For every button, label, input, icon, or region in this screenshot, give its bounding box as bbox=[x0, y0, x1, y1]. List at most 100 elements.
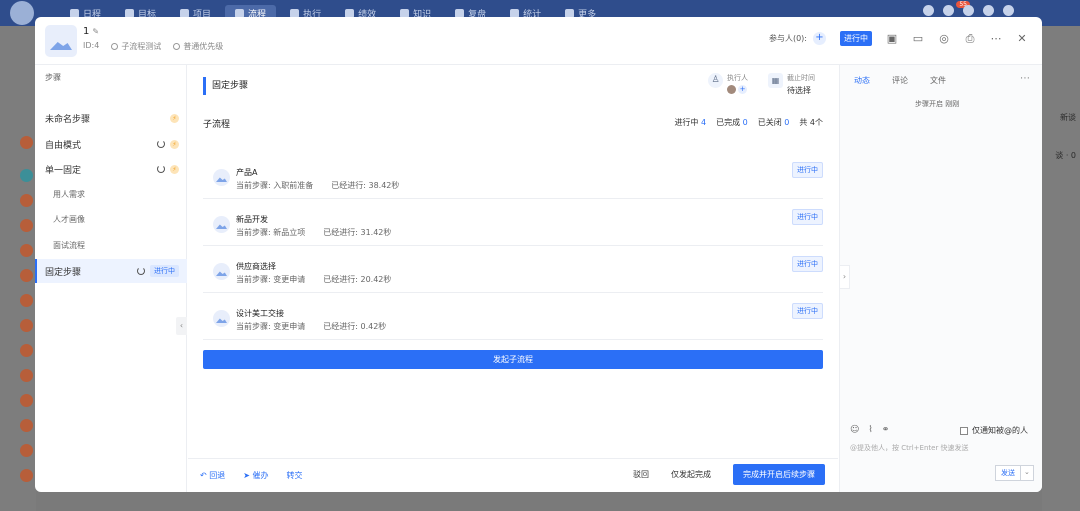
activity-panel: › 动态 评论 文件 ⋯ 步骤开启 刚刚 ☺ ⌇ ⚭ 仅通知被@的人 @提及他人… bbox=[839, 65, 1042, 492]
rollback-icon: ↶ bbox=[200, 471, 207, 480]
question-icon[interactable] bbox=[1003, 5, 1014, 16]
flow-detail-modal: 1 ✎ ID:4 子流程测试 普通优先级 参与人(0): + 进行中 ▣ ▭ ◎ … bbox=[35, 17, 1042, 492]
tab-activity[interactable]: 动态 bbox=[854, 75, 870, 86]
bg-item-icon bbox=[20, 419, 33, 432]
step-subitem[interactable]: 人才画像 bbox=[35, 207, 187, 231]
print-icon[interactable]: ⎙ bbox=[964, 32, 976, 45]
subflow-name: 新品开发 bbox=[236, 215, 268, 224]
stat-running[interactable]: 进行中 4 bbox=[674, 117, 706, 130]
comment-box: ☺ ⌇ ⚭ 仅通知被@的人 @提及他人，按 Ctrl+Enter 快速发送 发送… bbox=[850, 425, 1040, 481]
subflow-row[interactable]: 产品A 当前步骤: 入职前准备 已经进行: 38.42秒 进行中 bbox=[203, 153, 823, 199]
flow-icon bbox=[45, 25, 77, 57]
step-item-active[interactable]: 固定步骤 进行中 bbox=[35, 259, 187, 283]
subflow-step: 当前步骤: 变更申请 bbox=[236, 322, 306, 331]
transfer-button[interactable]: 转交 bbox=[287, 470, 303, 481]
bell-icon[interactable] bbox=[923, 5, 934, 16]
subflow-elapsed: 已经进行: 31.42秒 bbox=[323, 228, 392, 237]
executor: ♙ 执行人 + bbox=[708, 73, 748, 94]
user-circle-icon[interactable]: ◎ bbox=[938, 32, 950, 45]
step-detail: 固定步骤 ♙ 执行人 + ▦ 截止时间 待选择 子流程 进行中 4 已完成 0 … bbox=[188, 65, 838, 492]
subflow-status-tag: 进行中 bbox=[792, 209, 823, 225]
status-badge[interactable]: 进行中 bbox=[840, 31, 872, 46]
bg-right-column: 新谈 谈 · 0 bbox=[1042, 26, 1080, 511]
modal-header: 1 ✎ ID:4 子流程测试 普通优先级 参与人(0): + 进行中 ▣ ▭ ◎ … bbox=[35, 17, 1042, 65]
step-item[interactable]: 单一固定 ⚡ bbox=[35, 157, 187, 181]
step-item[interactable]: 自由模式 ⚡ bbox=[35, 132, 187, 156]
more-icon[interactable]: ⋯ bbox=[990, 32, 1002, 45]
avatar[interactable] bbox=[727, 85, 736, 94]
more-icon[interactable]: ⋯ bbox=[1020, 73, 1030, 84]
chevron-down-icon[interactable]: ⌄ bbox=[1021, 465, 1034, 481]
loop-icon bbox=[157, 165, 165, 173]
step-item[interactable]: 未命名步骤 ⚡ bbox=[35, 106, 187, 130]
urge-button[interactable]: ➤ 催办 bbox=[243, 470, 268, 481]
user-icon: ♙ bbox=[708, 73, 723, 88]
subflow-row[interactable]: 新品开发 当前步骤: 新品立项 已经进行: 31.42秒 进行中 bbox=[203, 200, 823, 246]
flow-icon bbox=[213, 169, 230, 186]
comment-input[interactable]: @提及他人，按 Ctrl+Enter 快速发送 bbox=[850, 443, 1040, 453]
steps-panel: 步骤 未命名步骤 ⚡ 自由模式 ⚡ 单一固定 ⚡ 用人需求 人才画像 面试流程 … bbox=[35, 65, 187, 492]
bg-sidebar bbox=[0, 26, 36, 511]
bg-item-icon bbox=[20, 194, 33, 207]
send-button[interactable]: 发送 bbox=[995, 465, 1021, 481]
loop-icon bbox=[137, 267, 145, 275]
activity-entry: 步骤开启 刚刚 bbox=[915, 100, 960, 108]
help-icon[interactable] bbox=[943, 5, 954, 16]
add-executor-button[interactable]: + bbox=[738, 85, 747, 94]
flow-title: 1 ✎ bbox=[83, 26, 100, 37]
steps-title: 步骤 bbox=[45, 73, 61, 82]
section-title: 固定步骤 bbox=[203, 77, 248, 95]
send-icon: ➤ bbox=[243, 471, 250, 480]
subflow-step: 当前步骤: 变更申请 bbox=[236, 275, 306, 284]
stat-done[interactable]: 已完成 0 bbox=[716, 117, 748, 130]
collapse-panel-button[interactable]: ‹ bbox=[176, 317, 187, 335]
flow-type[interactable]: 子流程测试 bbox=[111, 41, 161, 52]
bg-item-icon bbox=[20, 136, 33, 149]
step-subitem[interactable]: 用人需求 bbox=[35, 182, 187, 206]
download-icon[interactable] bbox=[963, 5, 974, 16]
edit-icon[interactable]: ✎ bbox=[92, 27, 99, 36]
emoji-icon[interactable]: ☺ bbox=[850, 425, 859, 435]
subflow-name: 供应商选择 bbox=[236, 262, 276, 271]
reject-button[interactable]: 驳回 bbox=[633, 469, 649, 480]
subflow-row[interactable]: 设计美工交接 当前步骤: 变更申请 已经进行: 0.42秒 进行中 bbox=[203, 294, 823, 340]
rollback-button[interactable]: ↶ 回退 bbox=[200, 470, 225, 481]
flow-id: ID:4 bbox=[83, 41, 100, 50]
subflow-status-tag: 进行中 bbox=[792, 162, 823, 178]
step-subitem[interactable]: 面试流程 bbox=[35, 233, 187, 257]
flow-icon bbox=[213, 263, 230, 280]
step-status-tag: 进行中 bbox=[150, 265, 179, 277]
deadline[interactable]: ▦ 截止时间 待选择 bbox=[768, 73, 815, 96]
complete-only-button[interactable]: 仅发起完成 bbox=[671, 469, 711, 480]
lightning-icon: ⚡ bbox=[170, 164, 179, 174]
complete-next-button[interactable]: 完成并开启后续步骤 bbox=[733, 464, 825, 485]
notify-only-mentioned[interactable]: 仅通知被@的人 bbox=[960, 425, 1028, 436]
tab-files[interactable]: 文件 bbox=[930, 75, 946, 86]
bg-item-icon bbox=[20, 269, 33, 282]
link-icon[interactable]: ⚭ bbox=[882, 425, 890, 435]
subflow-row[interactable]: 供应商选择 当前步骤: 变更申请 已经进行: 20.42秒 进行中 bbox=[203, 247, 823, 293]
bg-item-icon bbox=[20, 169, 33, 182]
lightning-icon: ⚡ bbox=[170, 113, 179, 123]
close-icon[interactable]: ✕ bbox=[1016, 32, 1028, 45]
add-participant-button[interactable]: + bbox=[813, 32, 826, 45]
subflow-status-tag: 进行中 bbox=[792, 256, 823, 272]
app-logo[interactable] bbox=[10, 1, 34, 25]
launch-subflow-button[interactable]: 发起子流程 bbox=[203, 350, 823, 369]
topbar-right-icons bbox=[923, 5, 1014, 16]
bg-item-icon bbox=[20, 219, 33, 232]
bg-right-label: 谈 · 0 bbox=[1055, 151, 1076, 160]
bg-right-label: 新谈 bbox=[1060, 113, 1076, 122]
stat-total: 共 4个 bbox=[799, 118, 823, 127]
tab-comments[interactable]: 评论 bbox=[892, 75, 908, 86]
flow-priority[interactable]: 普通优先级 bbox=[173, 41, 223, 52]
attachment-icon[interactable]: ⌇ bbox=[868, 425, 872, 435]
settings-icon[interactable] bbox=[983, 5, 994, 16]
bg-item-icon bbox=[20, 244, 33, 257]
stat-closed[interactable]: 已关闭 0 bbox=[758, 117, 790, 130]
folder-icon[interactable]: ▭ bbox=[912, 32, 924, 45]
expand-panel-button[interactable]: › bbox=[839, 265, 850, 289]
checkbox[interactable] bbox=[960, 426, 968, 435]
layout-icon[interactable]: ▣ bbox=[886, 32, 898, 45]
header-actions: 参与人(0): + 进行中 ▣ ▭ ◎ ⎙ ⋯ ✕ bbox=[769, 31, 1028, 46]
